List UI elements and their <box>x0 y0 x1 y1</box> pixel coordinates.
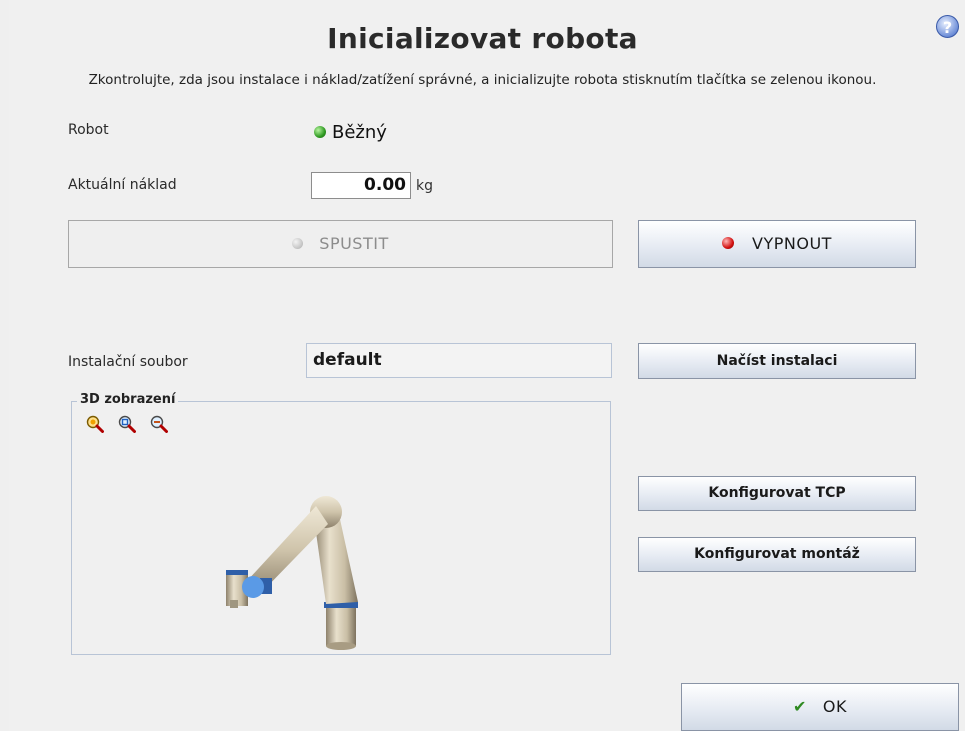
installation-field: default <box>306 343 612 378</box>
power-off-button[interactable]: VYPNOUT <box>638 220 916 268</box>
zoom-out-icon[interactable] <box>150 415 168 433</box>
load-installation-button[interactable]: Načíst instalaci <box>638 343 916 379</box>
start-button-label: SPUSTIT <box>319 234 389 253</box>
zoom-fit-icon[interactable] <box>86 415 104 433</box>
payload-label: Aktuální náklad <box>68 177 177 193</box>
start-button[interactable]: SPUSTIT <box>68 220 613 268</box>
status-led-icon <box>314 125 326 138</box>
configure-mount-button[interactable]: Konfigurovat montáž <box>638 537 916 572</box>
page-title: Inicializovat robota <box>327 22 638 55</box>
zoom-in-icon[interactable] <box>118 415 136 433</box>
page-subtitle: Zkontrolujte, zda jsou instalace i nákla… <box>88 72 877 88</box>
ok-button-label: OK <box>822 697 847 716</box>
start-led-icon <box>292 237 304 249</box>
robot-status-text: Běžný <box>332 122 387 143</box>
robot-arm-3d-model <box>226 496 358 650</box>
configure-tcp-button[interactable]: Konfigurovat TCP <box>638 476 916 511</box>
payload-unit: kg <box>416 178 433 194</box>
ok-button[interactable]: ✔ OK <box>681 683 959 731</box>
view3d-title: 3D zobrazení <box>77 392 179 407</box>
payload-input[interactable]: 0.00 <box>311 172 411 199</box>
power-off-led-icon <box>722 237 735 249</box>
robot-status: Běžný <box>314 122 387 143</box>
installation-label: Instalační soubor <box>68 354 188 370</box>
check-icon: ✔ <box>793 697 807 716</box>
power-off-button-label: VYPNOUT <box>752 234 832 253</box>
help-icon[interactable]: ? <box>936 15 959 38</box>
robot-label: Robot <box>68 122 109 138</box>
